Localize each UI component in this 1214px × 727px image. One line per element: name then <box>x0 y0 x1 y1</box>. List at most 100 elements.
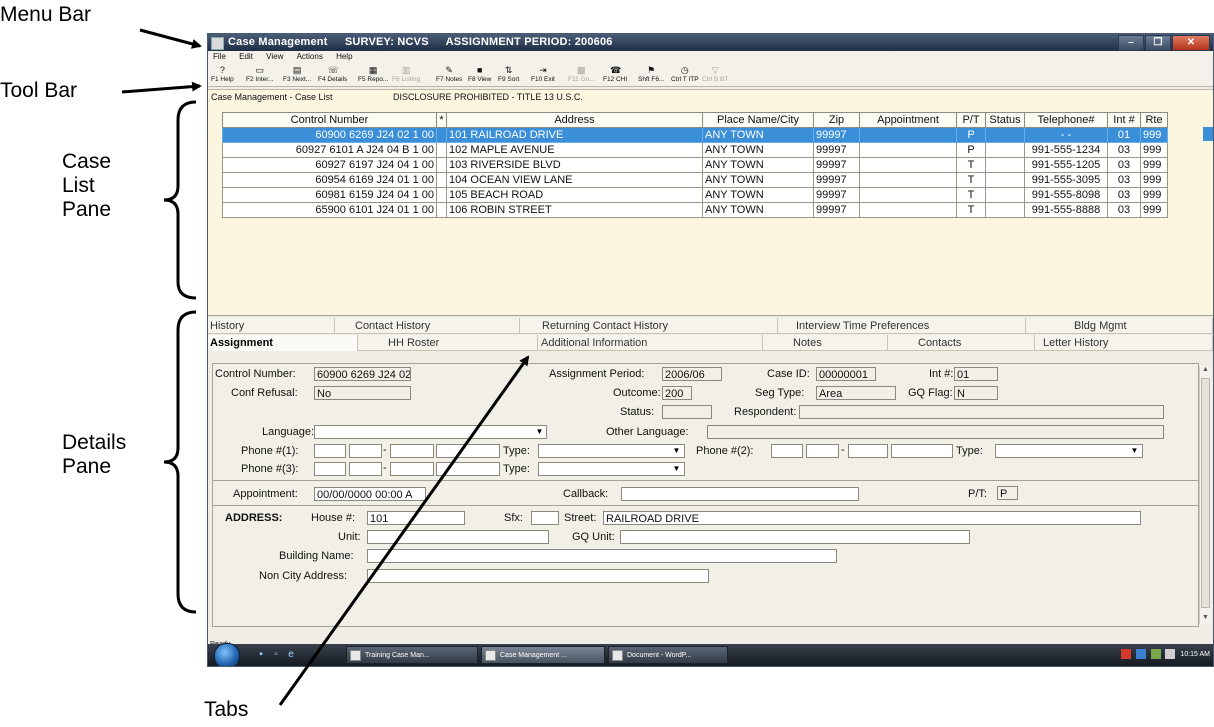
phone1-line[interactable] <box>390 444 434 458</box>
case-list-row[interactable]: 60927 6197 J24 04 1 00 103 RIVERSIDE BLVD… <box>222 157 1168 173</box>
start-button[interactable] <box>214 643 240 666</box>
case-list-row[interactable]: 65900 6101 J24 01 1 00 106 ROBIN STREET AN… <box>222 202 1168 218</box>
phone1-area[interactable] <box>314 444 346 458</box>
building-name-label: Building Name: <box>279 550 354 562</box>
phone3-line[interactable] <box>390 462 434 476</box>
tab-bldg-mgmt[interactable]: Bldg Mgmt <box>1026 318 1213 334</box>
col-appointment[interactable]: Appointment <box>859 112 957 128</box>
taskbar-button-document[interactable]: Document - WordP... <box>608 646 728 664</box>
sfx-field[interactable] <box>531 511 559 525</box>
callback-field[interactable] <box>621 487 859 501</box>
explorer-icon[interactable]: ▫ <box>270 649 282 661</box>
phone3-type-select[interactable] <box>538 462 685 476</box>
taskbar-button-case-management[interactable]: Case Management ... <box>481 646 605 664</box>
street-field[interactable]: RAILROAD DRIVE <box>603 511 1141 525</box>
menu-file[interactable]: File <box>213 52 226 61</box>
tab-returning-contact-history[interactable]: Returning Contact History <box>520 318 778 334</box>
col-int[interactable]: Int # <box>1107 112 1141 128</box>
toolbar-button-11[interactable]: ☎ F12 CHI <box>603 63 627 86</box>
tab-history[interactable]: History <box>208 318 335 334</box>
unit-field[interactable] <box>367 530 549 544</box>
arrow-menu-bar <box>139 28 202 49</box>
menu-help[interactable]: Help <box>336 52 352 61</box>
toolbar-button-13[interactable]: ◷ Ctrl T ITP <box>671 63 699 86</box>
chevron-down-icon[interactable]: ▼ <box>671 445 682 457</box>
scroll-up-icon[interactable]: ▲ <box>1200 366 1211 376</box>
tab-contacts[interactable]: Contacts <box>888 335 1035 351</box>
building-name-field[interactable] <box>367 549 837 563</box>
toolbar-button-4[interactable]: ▦ F5 Repo... <box>358 63 388 86</box>
battery-icon[interactable] <box>1150 649 1161 660</box>
col-address[interactable]: Address <box>446 112 703 128</box>
close-button[interactable]: ✕ <box>1172 35 1210 51</box>
volume-icon[interactable] <box>1165 649 1176 660</box>
case-list-row[interactable]: 60954 6169 J24 01 1 00 104 OCEAN VIEW LAN… <box>222 172 1168 188</box>
col-star[interactable]: * <box>436 112 447 128</box>
non-city-address-field[interactable] <box>367 569 709 583</box>
chevron-down-icon[interactable]: ▼ <box>534 426 545 438</box>
maximize-button[interactable]: ❐ <box>1145 35 1171 51</box>
toolbar-button-12[interactable]: ⚑ Shft F6... <box>638 63 664 86</box>
tab-assignment[interactable]: Assignment <box>208 335 358 351</box>
unit-label: Unit: <box>338 531 361 543</box>
gq-unit-field[interactable] <box>620 530 970 544</box>
phone2-ext[interactable] <box>891 444 953 458</box>
phone2-line[interactable] <box>848 444 888 458</box>
minimize-button[interactable]: – <box>1118 35 1144 51</box>
toolbar-button-1[interactable]: ▭ F2 Inter... <box>246 63 273 86</box>
house-field[interactable]: 101 <box>367 511 465 525</box>
case-list-cell: 999 <box>1140 142 1168 158</box>
next-icon: ▤ <box>292 65 302 75</box>
chevron-down-icon[interactable]: ▼ <box>671 463 682 475</box>
toolbar-button-8[interactable]: ⇅ F9 Sort <box>498 63 519 86</box>
toolbar-button-2[interactable]: ▤ F3 Next... <box>283 63 311 86</box>
browser-icon[interactable]: e <box>285 649 297 661</box>
case-list-row[interactable]: 60927 6101 A J24 04 B 1 00 102 MAPLE AVEN… <box>222 142 1168 158</box>
show-desktop-icon[interactable]: ▪ <box>255 649 267 661</box>
clock[interactable]: 10:15 AM <box>1180 651 1210 658</box>
tab-additional-information[interactable]: Additional Information <box>538 335 763 351</box>
toolbar-button-6[interactable]: ✎ F7 Notes <box>436 63 462 86</box>
phone1-type-select[interactable] <box>538 444 685 458</box>
tab-notes[interactable]: Notes <box>763 335 888 351</box>
phone2-area[interactable] <box>771 444 803 458</box>
toolbar-button-7[interactable]: ■ F8 View <box>468 63 491 86</box>
col-telephone[interactable]: Telephone# <box>1024 112 1108 128</box>
chevron-down-icon[interactable]: ▼ <box>1129 445 1140 457</box>
col-rte[interactable]: Rte <box>1140 112 1168 128</box>
phone3-ext[interactable] <box>436 462 500 476</box>
scrollbar-thumb[interactable] <box>1201 378 1210 608</box>
appointment-field[interactable]: 00/00/0000 00:00 A <box>314 487 426 501</box>
scroll-down-icon[interactable]: ▼ <box>1200 614 1211 624</box>
menu-actions[interactable]: Actions <box>297 52 323 61</box>
phone2-type-select[interactable] <box>995 444 1143 458</box>
toolbar-button-9[interactable]: ⇥ F10 Exit <box>531 63 555 86</box>
col-zip[interactable]: Zip <box>813 112 860 128</box>
details-scrollbar[interactable]: ▲ ▼ <box>1199 366 1211 624</box>
mail-icon[interactable] <box>1120 649 1131 660</box>
toolbar-button-3[interactable]: ☏ F4 Details <box>318 63 347 86</box>
col-place-name[interactable]: Place Name/City <box>702 112 814 128</box>
phone2-prefix[interactable] <box>806 444 839 458</box>
tab-interview-time-preferences[interactable]: Interview Time Preferences <box>778 318 1026 334</box>
col-status[interactable]: Status <box>985 112 1025 128</box>
tab-hh-roster[interactable]: HH Roster <box>358 335 538 351</box>
tab-contact-history[interactable]: Contact History <box>335 318 520 334</box>
phone3-area[interactable] <box>314 462 346 476</box>
case-list-cell: 104 OCEAN VIEW LANE <box>446 172 703 188</box>
col-control-number[interactable]: Control Number <box>222 112 437 128</box>
phone1-ext[interactable] <box>436 444 500 458</box>
menu-view[interactable]: View <box>266 52 283 61</box>
case-list-row[interactable]: 60981 6159 J24 04 1 00 105 BEACH ROAD ANY … <box>222 187 1168 203</box>
language-select[interactable] <box>314 425 547 439</box>
col-pt[interactable]: P/T <box>956 112 986 128</box>
taskbar-button-training[interactable]: Training Case Man... <box>346 646 478 664</box>
tab-letter-history[interactable]: Letter History <box>1035 335 1213 351</box>
network-icon[interactable] <box>1135 649 1146 660</box>
case-list-cell <box>859 127 957 143</box>
phone1-prefix[interactable] <box>349 444 382 458</box>
toolbar-button-0[interactable]: ? F1 Help <box>211 63 234 86</box>
case-list-row[interactable]: 60900 6269 J24 02 1 00 101 RAILROAD DRIVE… <box>222 127 1168 143</box>
phone3-prefix[interactable] <box>349 462 382 476</box>
menu-edit[interactable]: Edit <box>239 52 253 61</box>
